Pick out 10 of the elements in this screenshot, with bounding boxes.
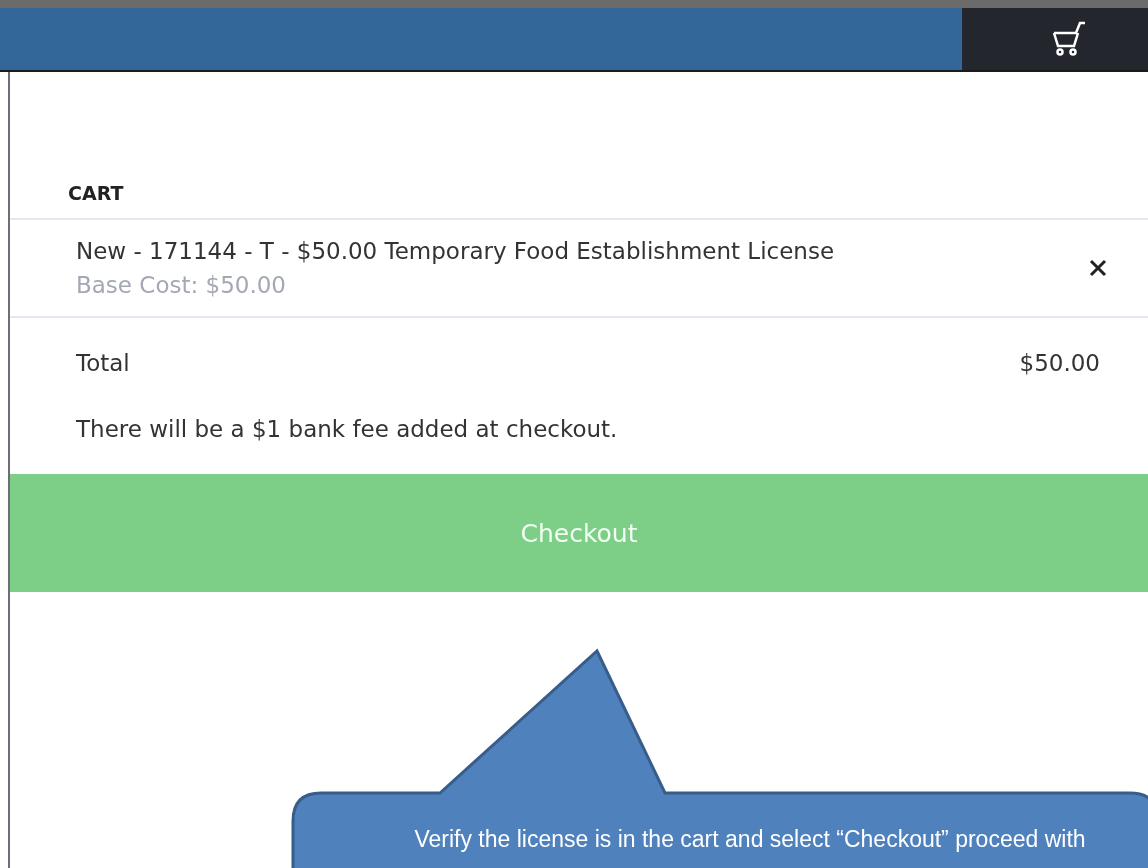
- callout-text: Verify the license is in the cart and select “Checkout” proceed with: [413, 826, 1087, 853]
- cart-icon[interactable]: [1052, 21, 1088, 57]
- base-cost: Base Cost: $50.00: [76, 272, 287, 298]
- checkout-button[interactable]: Checkout: [10, 474, 1148, 592]
- fee-note: There will be a $1 bank fee added at checkout.: [75, 415, 619, 444]
- close-icon[interactable]: [1088, 258, 1108, 278]
- item-name: New - 171144 - T - $50.00 Temporary Food Establishment License: [76, 238, 836, 264]
- total-value: $50.00: [1019, 350, 1100, 376]
- total-label: Total: [76, 350, 130, 376]
- cart-title: CART: [10, 182, 1148, 220]
